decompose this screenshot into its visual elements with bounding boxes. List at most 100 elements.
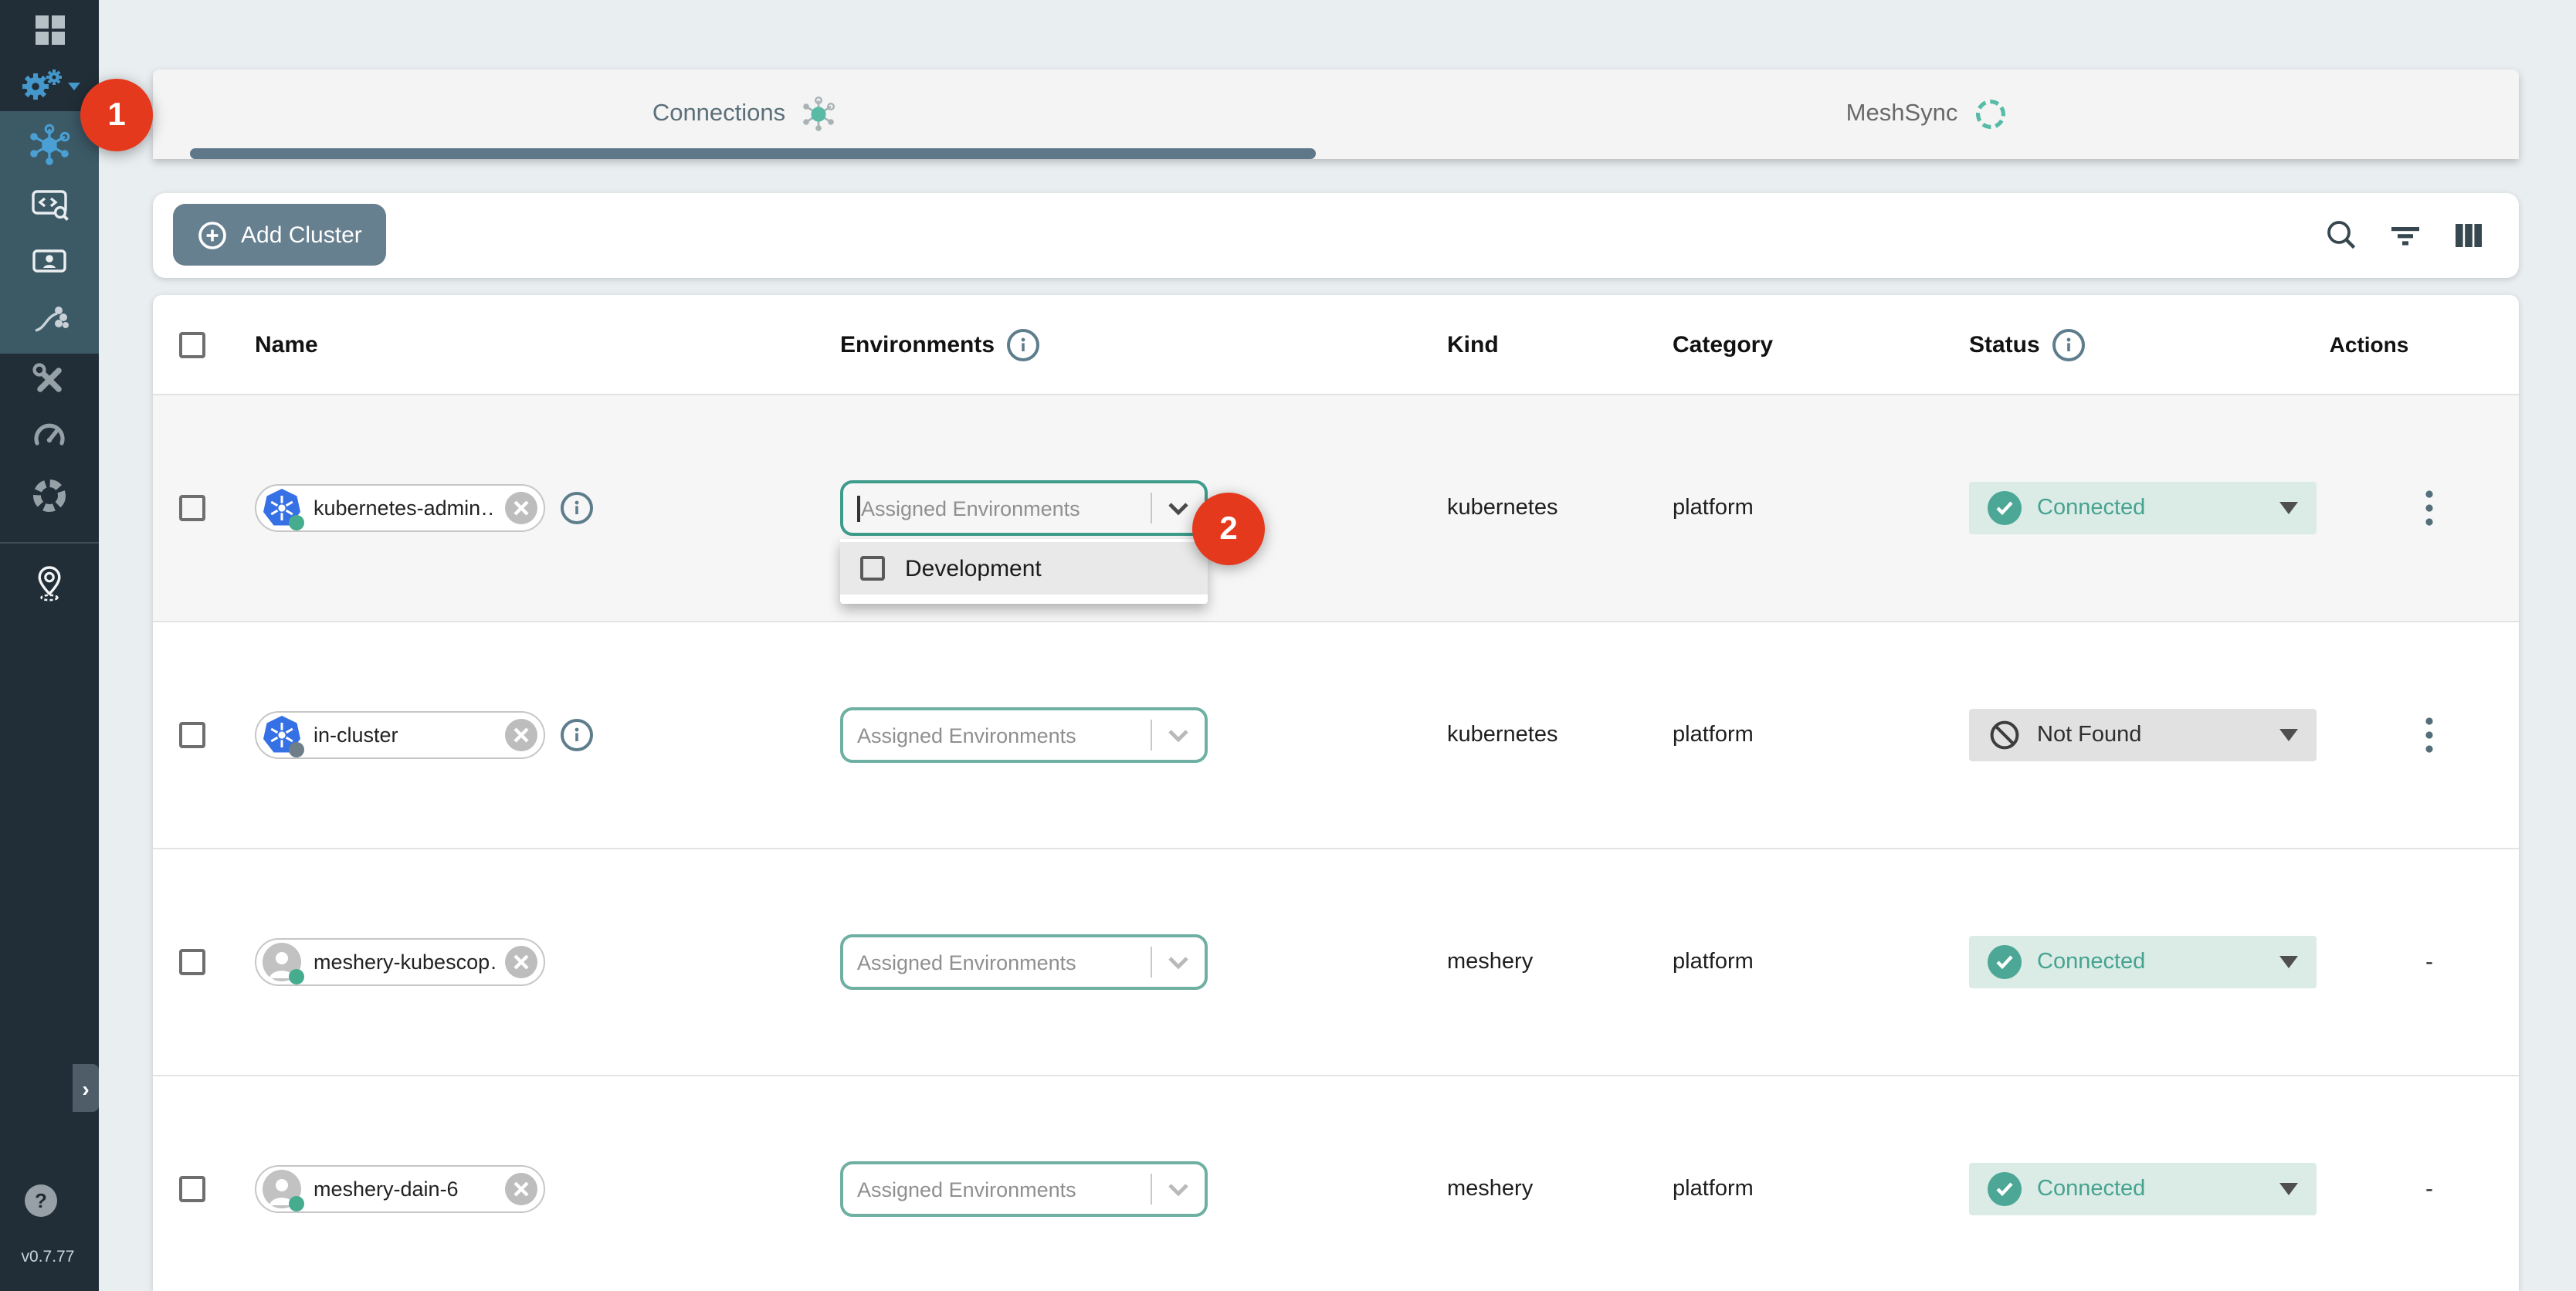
delete-connection-button[interactable] — [505, 719, 537, 751]
sidebar-item-dashboard[interactable] — [0, 0, 99, 59]
connections-tab-icon — [799, 96, 836, 133]
connection-name: meshery-dain-6 — [314, 1177, 496, 1201]
active-tab-indicator — [190, 148, 1316, 159]
sidebar-item-extensions[interactable] — [0, 466, 99, 525]
caret-down-icon — [2279, 956, 2298, 968]
sidebar-item-toolkit[interactable] — [0, 351, 99, 409]
sidebar-expand-button[interactable]: › — [73, 1064, 99, 1112]
row-checkbox[interactable] — [179, 949, 205, 975]
connection-chip[interactable]: kubernetes-admin… — [255, 484, 545, 532]
search-icon — [2324, 218, 2360, 253]
dashboard-icon — [31, 11, 68, 48]
chevron-down-icon[interactable] — [1152, 728, 1205, 742]
location-pin-icon — [29, 562, 69, 602]
header-kind[interactable]: Kind — [1447, 295, 1499, 394]
environments-info-icon[interactable] — [1007, 328, 1039, 361]
connection-info-icon[interactable] — [561, 719, 593, 751]
status-label: Connected — [2037, 950, 2145, 974]
environments-select[interactable]: Assigned Environments — [840, 934, 1208, 990]
filter-button[interactable] — [2388, 218, 2423, 253]
delete-connection-button[interactable] — [505, 946, 537, 978]
code-wrench-icon — [28, 182, 71, 225]
environment-option-checkbox[interactable] — [860, 556, 885, 581]
no-actions-placeholder: - — [2398, 1176, 2460, 1202]
tab-bar: Connections MeshSync — [153, 69, 2519, 159]
table-tools — [2324, 193, 2486, 278]
chevron-down-icon[interactable] — [1152, 1182, 1205, 1196]
connection-info-icon[interactable] — [561, 492, 593, 524]
delete-connection-button[interactable] — [505, 492, 537, 524]
text-cursor — [857, 495, 859, 521]
header-name[interactable]: Name — [255, 295, 318, 394]
status-dropdown[interactable]: Connected — [1969, 1163, 2317, 1215]
environments-placeholder: Assigned Environments — [861, 496, 1080, 520]
connections-table: Name Environments Kind Category Status A… — [153, 295, 2519, 1291]
environments-select[interactable]: Assigned Environments — [840, 707, 1208, 763]
environment-option-development[interactable]: Development — [840, 542, 1208, 595]
tab-meshsync-label: MeshSync — [1846, 100, 1958, 128]
status-dropdown[interactable]: Connected — [1969, 482, 2317, 534]
sidebar-item-adapters[interactable] — [0, 175, 99, 233]
branch-mesh-icon — [28, 298, 71, 341]
sidebar-item-get-started[interactable] — [0, 553, 99, 612]
tab-connections-label: Connections — [652, 100, 785, 128]
help-button[interactable]: ? — [25, 1184, 57, 1217]
connection-chip[interactable]: meshery-kubescop… — [255, 938, 545, 986]
status-label: Connected — [2037, 496, 2145, 520]
header-kind-label: Kind — [1447, 331, 1499, 357]
table-header: Name Environments Kind Category Status A… — [153, 295, 2519, 395]
row-checkbox[interactable] — [179, 1176, 205, 1202]
avatar-icon — [263, 1170, 301, 1208]
header-category[interactable]: Category — [1673, 295, 1773, 394]
status-label: Connected — [2037, 1177, 2145, 1201]
app-version: v0.7.77 — [0, 1248, 96, 1266]
header-status[interactable]: Status — [1969, 295, 2085, 394]
gauge-icon — [29, 414, 69, 454]
no-actions-placeholder: - — [2398, 949, 2460, 975]
delete-connection-button[interactable] — [505, 1173, 537, 1205]
table-row: in-cluster Assigned Environments kuberne… — [153, 621, 2519, 848]
connection-name: kubernetes-admin… — [314, 496, 496, 520]
table-row: meshery-dain-6 Assigned Environments mes… — [153, 1075, 2519, 1291]
sidebar-item-designs[interactable] — [0, 233, 99, 292]
environments-placeholder: Assigned Environments — [857, 723, 1076, 747]
kubernetes-icon — [263, 716, 301, 754]
filter-icon — [2388, 218, 2423, 253]
row-checkbox[interactable] — [179, 495, 205, 521]
mesh-connections-icon — [28, 124, 71, 167]
sidebar-item-service-mesh[interactable] — [0, 290, 99, 349]
tab-meshsync[interactable]: MeshSync — [1336, 69, 2519, 159]
status-dropdown[interactable]: Connected — [1969, 936, 2317, 988]
header-status-label: Status — [1969, 331, 2040, 357]
status-dropdown[interactable]: Not Found — [1969, 709, 2317, 761]
environments-select[interactable]: Assigned Environments — [840, 1161, 1208, 1217]
chevron-down-icon[interactable] — [1152, 955, 1205, 969]
columns-icon — [2451, 218, 2486, 253]
annotation-step-1: 1 — [80, 79, 153, 151]
gear-icon — [19, 64, 80, 106]
select-all-checkbox[interactable] — [179, 331, 205, 357]
tab-connections[interactable]: Connections — [153, 69, 1336, 159]
connection-name: in-cluster — [314, 723, 496, 747]
connected-check-icon — [1988, 1172, 2022, 1206]
meshery-app: › ? v0.7.77 Connections MeshSync — [0, 0, 2576, 1291]
row-checkbox[interactable] — [179, 722, 205, 748]
tools-icon — [29, 360, 69, 400]
add-cluster-button[interactable]: Add Cluster — [173, 204, 387, 266]
connection-name: meshery-kubescop… — [314, 950, 496, 974]
row-actions-menu[interactable] — [2418, 717, 2440, 754]
toolbar: Add Cluster — [153, 193, 2519, 278]
status-info-icon[interactable] — [2052, 328, 2085, 361]
row-actions-menu[interactable] — [2418, 490, 2440, 527]
search-button[interactable] — [2324, 218, 2360, 253]
view-columns-button[interactable] — [2451, 218, 2486, 253]
circled-plus-icon — [198, 220, 227, 249]
sidebar-item-performance[interactable] — [0, 405, 99, 463]
connection-chip[interactable]: meshery-dain-6 — [255, 1165, 545, 1213]
avatar-icon — [263, 943, 301, 981]
environments-select[interactable]: Assigned Environments — [840, 480, 1208, 536]
connection-chip[interactable]: in-cluster — [255, 711, 545, 759]
environment-option-label: Development — [905, 555, 1042, 581]
header-environments-label: Environments — [840, 331, 995, 357]
category-cell: platform — [1673, 950, 1754, 974]
